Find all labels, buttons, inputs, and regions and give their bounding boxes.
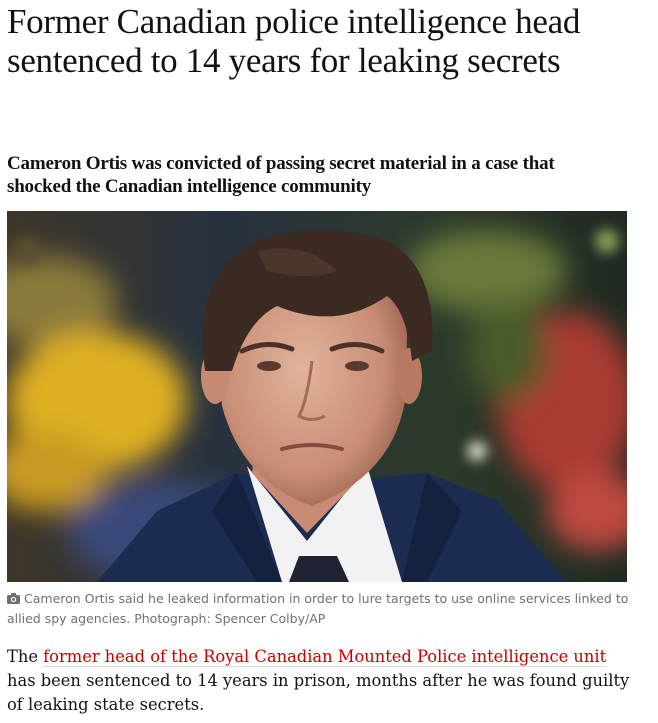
- image-caption: Cameron Ortis said he leaked information…: [7, 589, 632, 628]
- article: Former Canadian police intelligence head…: [0, 0, 658, 723]
- body-text-end: has been sentenced to 14 years in prison…: [7, 671, 630, 714]
- caption-credit: Photograph: Spencer Colby/AP: [134, 611, 326, 626]
- body-text-start: The: [7, 647, 44, 666]
- article-headline: Former Canadian police intelligence head…: [7, 2, 581, 80]
- rcmp-intelligence-link[interactable]: former head of the Royal Canadian Mounte…: [43, 647, 607, 667]
- article-standfirst: Cameron Ortis was convicted of passing s…: [7, 153, 555, 197]
- camera-icon: [7, 590, 20, 609]
- article-image[interactable]: [7, 211, 627, 582]
- article-body-paragraph: The former head of the Royal Canadian Mo…: [7, 645, 637, 717]
- portrait-photo: [7, 211, 627, 582]
